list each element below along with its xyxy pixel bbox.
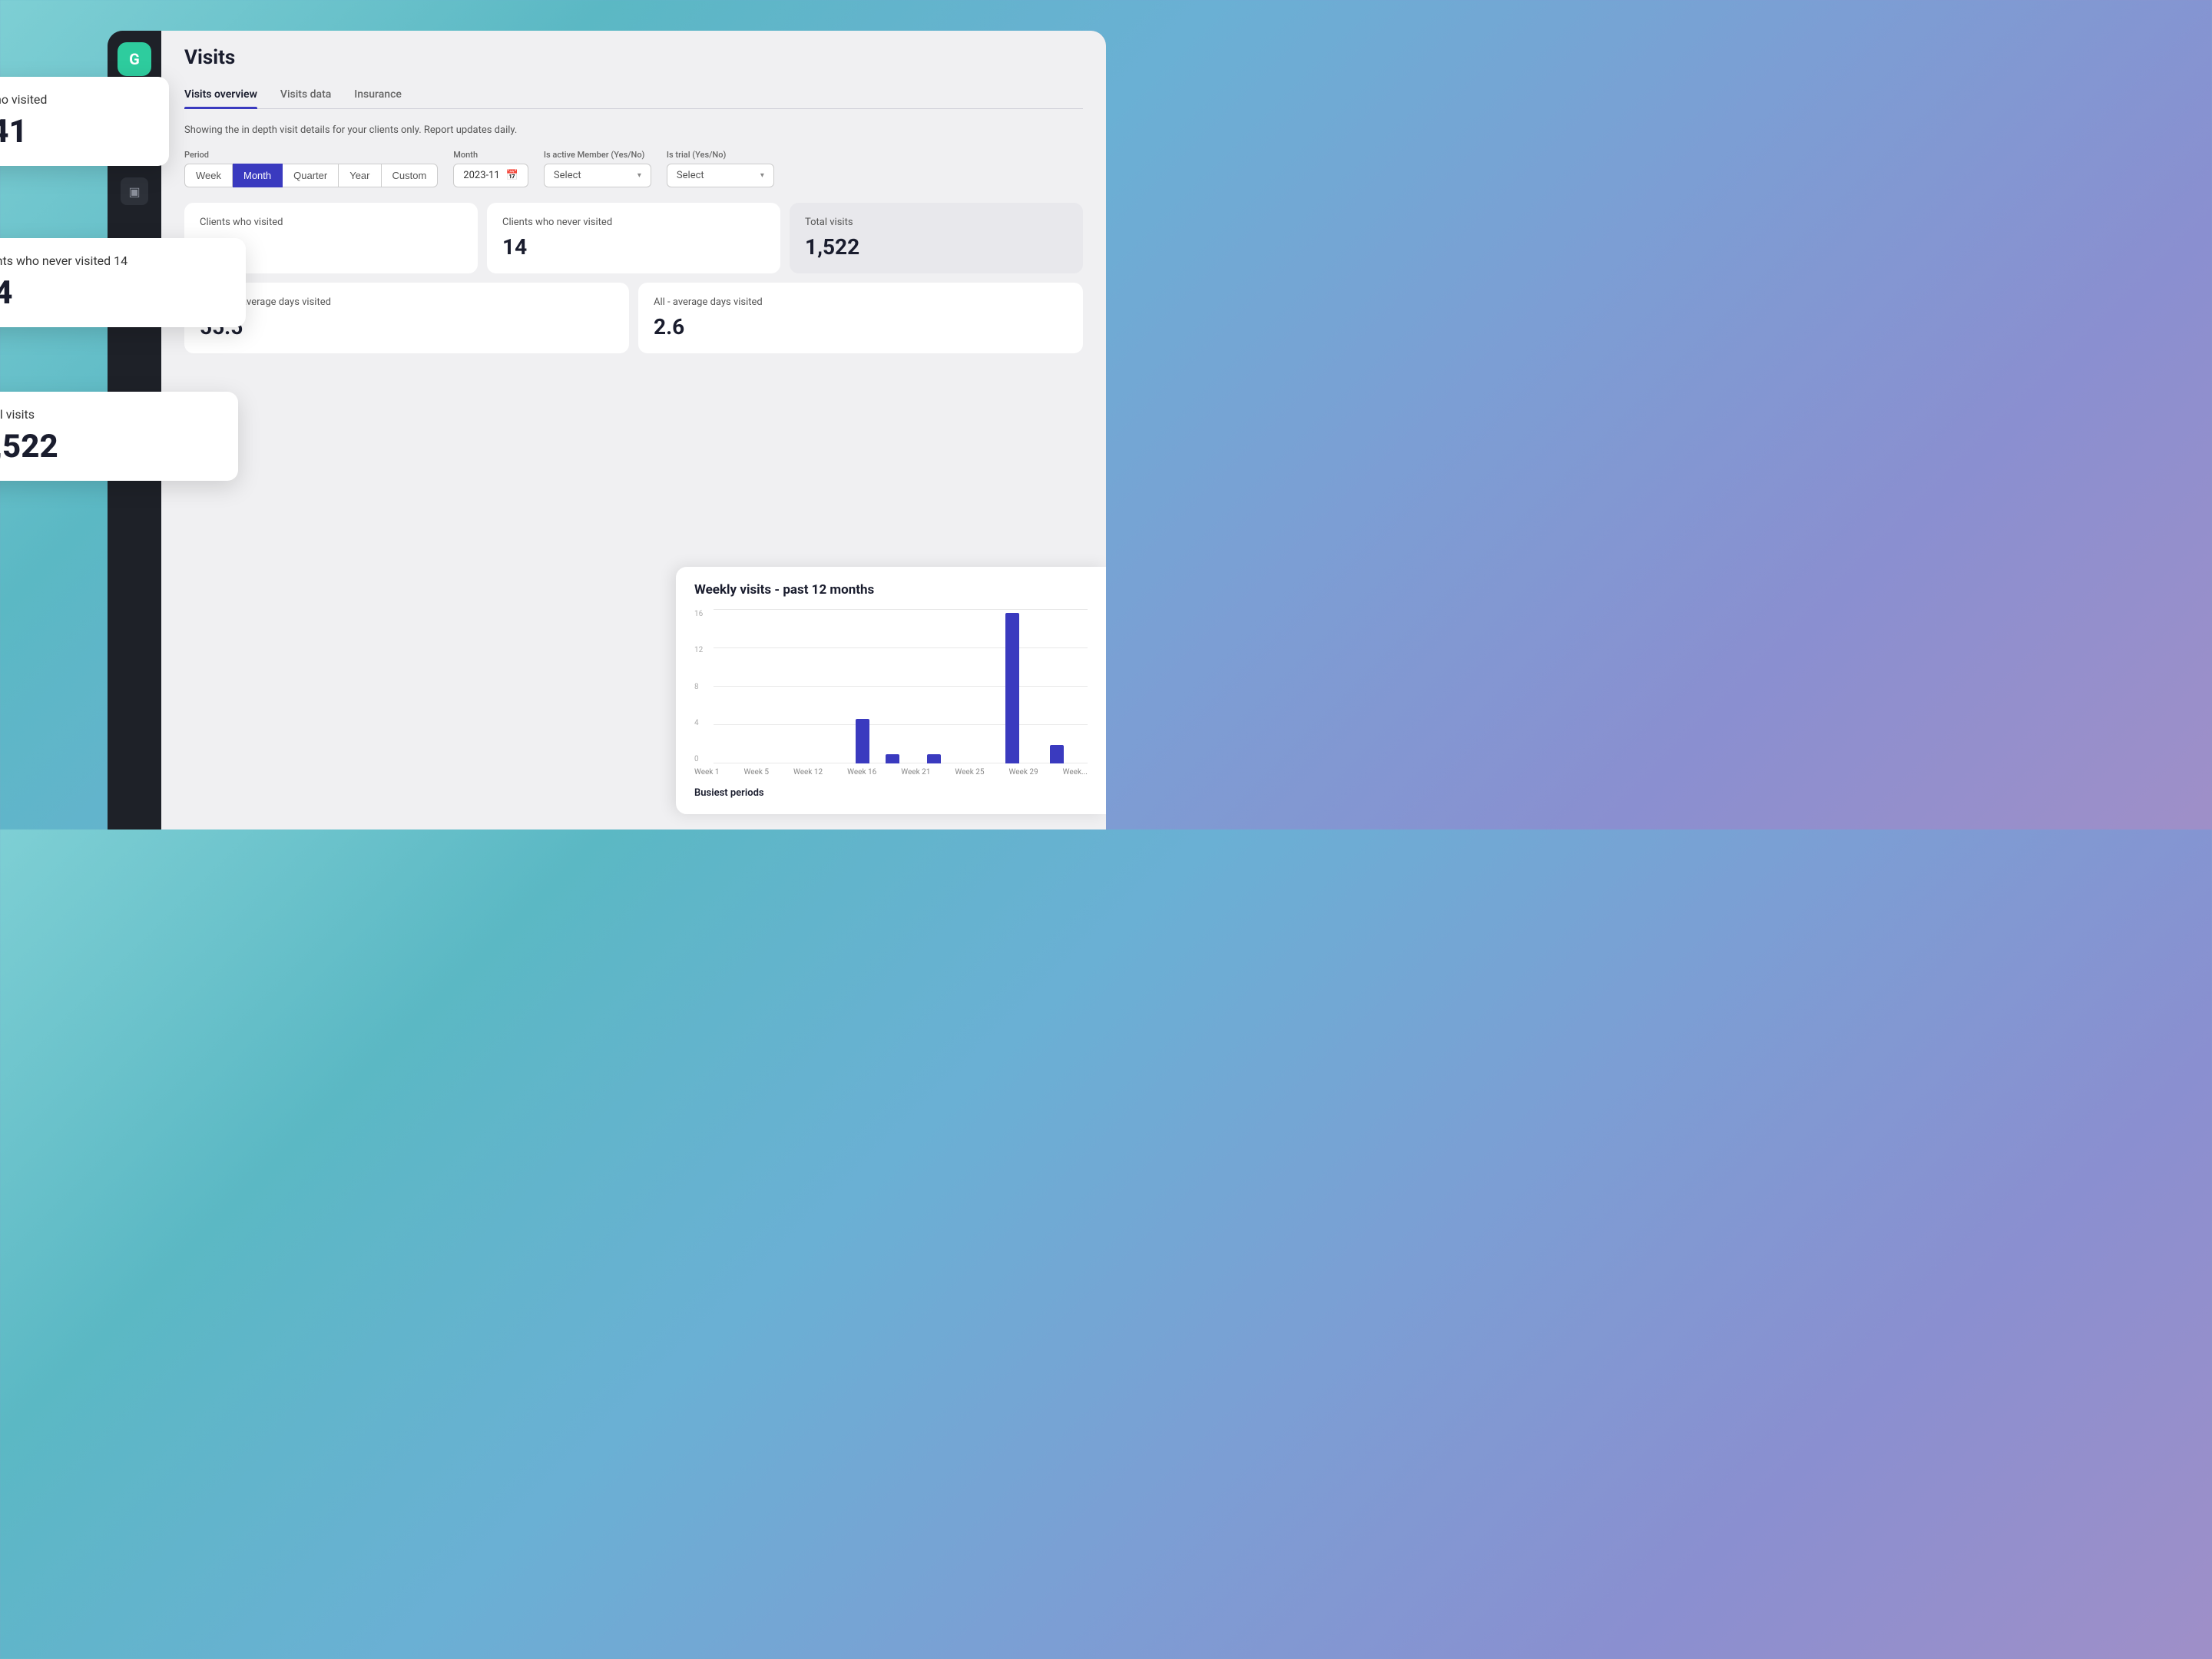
trial-filter: Is trial (Yes/No) Select ▾ bbox=[667, 150, 774, 187]
period-filter: Period Week Month Quarter Year Custom bbox=[184, 150, 438, 187]
period-month[interactable]: Month bbox=[233, 164, 283, 187]
chart-title: Weekly visits - past 12 months bbox=[694, 582, 1088, 598]
never-visited-value: 14 bbox=[502, 234, 765, 260]
logo[interactable]: G bbox=[118, 42, 151, 76]
total-visits-label: Total visits bbox=[805, 217, 1068, 228]
floating-visited-label: Clients who visited bbox=[0, 92, 147, 107]
device-frame: G ≡ ⊞ ▣ Visits Visits overview Visits da… bbox=[108, 31, 1106, 830]
chevron-down-icon: ▾ bbox=[637, 171, 641, 180]
calendar-icon: 📅 bbox=[506, 170, 518, 181]
bar-week33 bbox=[1050, 745, 1064, 763]
floating-total-value: 1,522 bbox=[0, 428, 217, 465]
y-axis-labels: 0 4 8 12 16 bbox=[694, 610, 710, 763]
chevron-down-icon-2: ▾ bbox=[760, 171, 764, 180]
period-year[interactable]: Year bbox=[339, 164, 381, 187]
tab-insurance[interactable]: Insurance bbox=[354, 81, 402, 108]
period-quarter[interactable]: Quarter bbox=[283, 164, 339, 187]
h-line-4 bbox=[714, 724, 1088, 725]
h-line-8 bbox=[714, 686, 1088, 687]
trial-select[interactable]: Select ▾ bbox=[667, 164, 774, 187]
content-area: Showing the in depth visit details for y… bbox=[161, 109, 1106, 369]
clients-visited-label: Clients who visited bbox=[200, 217, 462, 228]
bottom-stats: Visitors - average days visited 55.5 All… bbox=[184, 283, 1083, 353]
subtitle: Showing the in depth visit details for y… bbox=[184, 124, 1083, 136]
bar-week16 bbox=[856, 719, 869, 763]
sidebar-icon-box[interactable]: ▣ bbox=[121, 177, 148, 205]
stats-grid: Clients who visited 41 Clients who never… bbox=[184, 203, 1083, 273]
chart-popup: Weekly visits - past 12 months 0 4 8 12 … bbox=[676, 567, 1106, 814]
floating-card-visited: Clients who visited 1,241 bbox=[0, 77, 169, 166]
busiest-periods-label: Busiest periods bbox=[694, 787, 1088, 799]
floating-never-label: Clients who never visited 14 bbox=[0, 253, 224, 268]
bar-week21 bbox=[927, 754, 941, 763]
floating-total-label: Total visits bbox=[0, 407, 217, 422]
bar-week29 bbox=[1005, 613, 1019, 763]
bar-week17 bbox=[886, 754, 899, 763]
total-visits-value: 1,522 bbox=[805, 234, 1068, 260]
floating-card-never-visited: Clients who never visited 14 14 bbox=[0, 238, 246, 327]
floating-never-value: 14 bbox=[0, 274, 224, 312]
card-all-avg: All - average days visited 2.6 bbox=[638, 283, 1083, 353]
tabs-nav: Visits overview Visits data Insurance bbox=[184, 81, 1083, 109]
stat-card-total-visits: Total visits 1,522 bbox=[790, 203, 1083, 273]
all-avg-value: 2.6 bbox=[654, 314, 1068, 339]
period-group: Week Month Quarter Year Custom bbox=[184, 164, 438, 187]
card-visitors-avg: Visitors - average days visited 55.5 bbox=[184, 283, 629, 353]
period-week[interactable]: Week bbox=[184, 164, 233, 187]
tab-visits-data[interactable]: Visits data bbox=[280, 81, 331, 108]
top-bar: Visits Visits overview Visits data Insur… bbox=[161, 31, 1106, 109]
x-axis-labels: Week 1 Week 5 Week 12 Week 16 Week 21 We… bbox=[694, 768, 1088, 777]
active-member-filter: Is active Member (Yes/No) Select ▾ bbox=[544, 150, 651, 187]
month-filter: Month 2023-11 📅 bbox=[453, 150, 528, 187]
all-avg-label: All - average days visited bbox=[654, 296, 1068, 308]
stat-card-never-visited: Clients who never visited 14 bbox=[487, 203, 780, 273]
visitors-avg-label: Visitors - average days visited bbox=[200, 296, 614, 308]
h-line-12 bbox=[714, 647, 1088, 648]
floating-card-total: Total visits 1,522 bbox=[0, 392, 238, 481]
period-custom[interactable]: Custom bbox=[382, 164, 439, 187]
chart-inner bbox=[714, 610, 1088, 763]
date-input[interactable]: 2023-11 📅 bbox=[453, 164, 528, 187]
filters-row: Period Week Month Quarter Year Custom Mo… bbox=[184, 150, 1083, 187]
visitors-avg-value: 55.5 bbox=[200, 314, 614, 339]
chart-area: 0 4 8 12 16 bbox=[694, 610, 1088, 763]
h-line-16 bbox=[714, 609, 1088, 610]
floating-visited-value: 1,241 bbox=[0, 113, 147, 151]
never-visited-label: Clients who never visited bbox=[502, 217, 765, 228]
tab-visits-overview[interactable]: Visits overview bbox=[184, 81, 257, 108]
page-title: Visits bbox=[184, 46, 1083, 69]
active-member-select[interactable]: Select ▾ bbox=[544, 164, 651, 187]
